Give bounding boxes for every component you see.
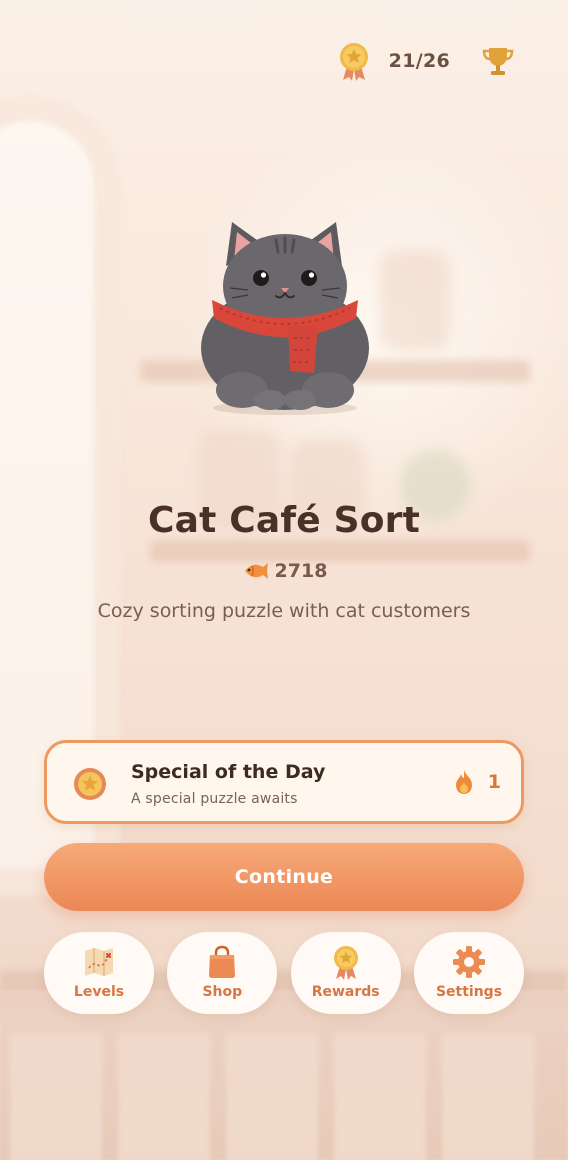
medal-icon: [339, 43, 368, 81]
continue-button[interactable]: Continue: [44, 843, 524, 911]
progress-header: 21/26: [337, 40, 516, 82]
counter-panel: [226, 1034, 318, 1160]
nav-rewards-button[interactable]: Rewards: [290, 932, 401, 1014]
background-jar: [380, 250, 450, 350]
background-counter: [0, 990, 568, 1160]
nav-settings-button[interactable]: Settings: [413, 932, 524, 1014]
fish-icon: [244, 563, 268, 579]
counter-panel: [118, 1034, 210, 1160]
background-shelf: [150, 540, 530, 562]
flame-icon: [455, 770, 472, 794]
cat-mascot: [201, 222, 369, 415]
coin-balance: 2718: [0, 560, 568, 582]
game-title: Cat Café Sort: [147, 500, 420, 541]
special-subtitle: A special puzzle awaits: [131, 791, 298, 807]
counter-panel: [442, 1034, 534, 1160]
medal-icon: [333, 946, 358, 980]
bottom-nav: Levels Shop Rewards Settings: [44, 932, 524, 1014]
special-of-the-day-card[interactable]: Special of the Day A special puzzle awai…: [44, 740, 524, 824]
special-title: Special of the Day: [131, 761, 326, 783]
nav-label: Shop: [202, 984, 243, 1000]
streak-count: 1: [487, 771, 501, 793]
nav-label: Rewards: [311, 984, 380, 1000]
game-tagline: Cozy sorting puzzle with cat customers: [97, 600, 471, 622]
level-progress: 21/26: [388, 50, 450, 72]
nav-label: Settings: [435, 984, 503, 1000]
streak-counter: 1: [454, 769, 501, 795]
counter-panel: [334, 1034, 426, 1160]
gear-icon: [452, 946, 485, 978]
nav-label: Levels: [73, 984, 125, 1000]
coin-value: 2718: [274, 560, 328, 582]
counter-panel: [10, 1034, 102, 1160]
shopping-bag-icon: [209, 945, 236, 978]
map-icon: [85, 948, 113, 976]
trophy-icon[interactable]: [480, 43, 516, 79]
nav-levels-button[interactable]: Levels: [44, 932, 154, 1014]
nav-shop-button[interactable]: Shop: [167, 932, 278, 1014]
star-badge-icon: [74, 768, 106, 800]
